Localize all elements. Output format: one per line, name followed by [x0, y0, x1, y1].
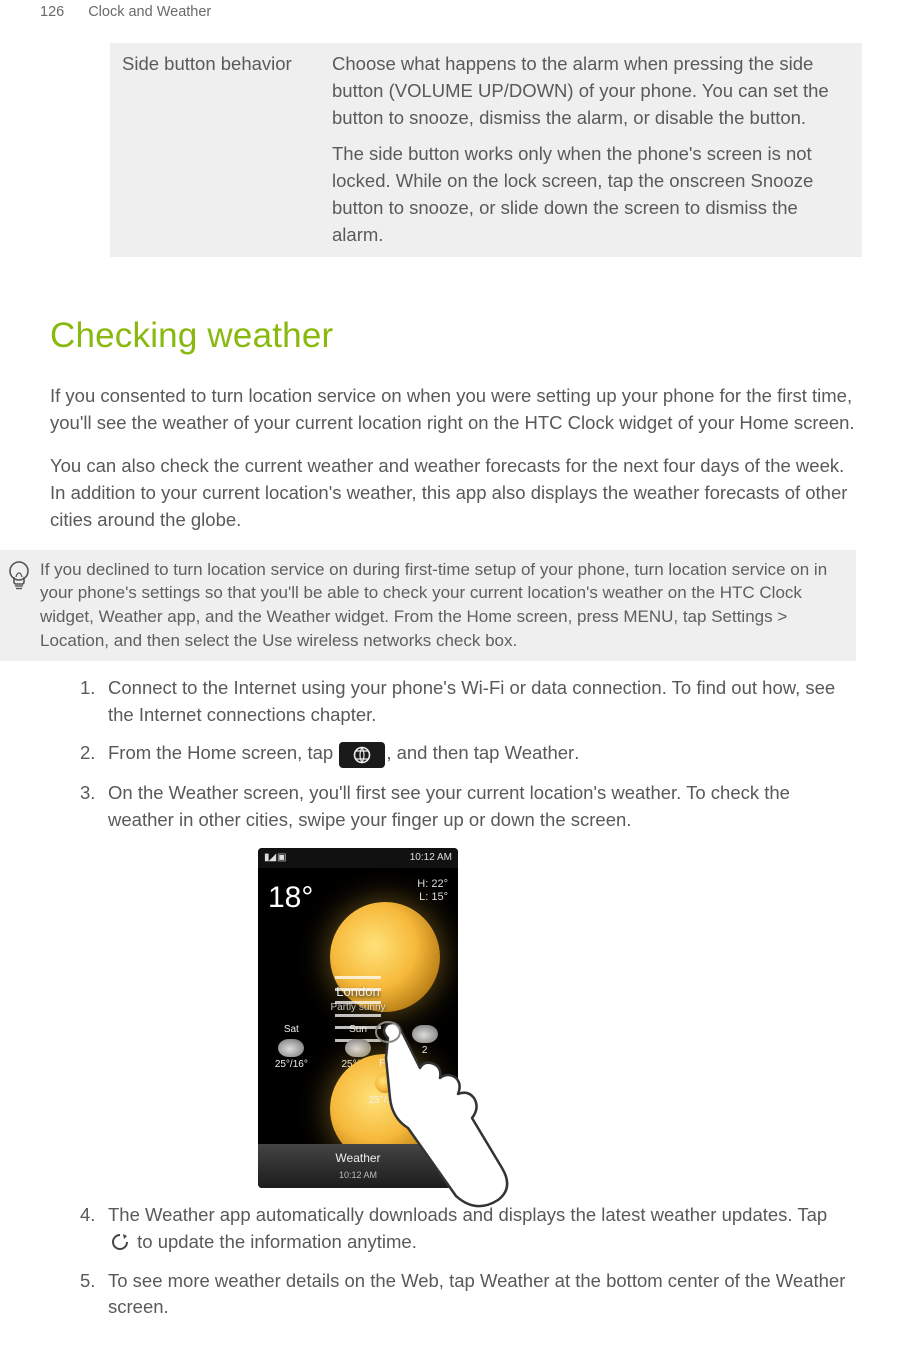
intro-para-2: You can also check the current weather a…	[50, 453, 856, 533]
statusbar: ▮◢ ▣ 10:12 AM	[258, 848, 458, 868]
phone-screen: ▮◢ ▣ 10:12 AM 18° H: 22° L: 15° London P…	[258, 848, 458, 1188]
step-num-4: 4.	[80, 1202, 95, 1229]
step-3: 3. On the Weather screen, you'll first s…	[80, 780, 856, 1188]
add-city-icon: +	[424, 1151, 454, 1181]
step-1: 1. Connect to the Internet using your ph…	[80, 675, 856, 729]
status-time: 10:12 AM	[410, 851, 452, 866]
steps-list: 1. Connect to the Internet using your ph…	[80, 675, 856, 1322]
tip-text: If you declined to turn location service…	[40, 558, 842, 653]
bottom-bar-sub: 10:12 AM	[339, 1169, 377, 1182]
bottom-bar: Weather 10:12 AM +	[258, 1144, 458, 1188]
step-num-2: 2.	[80, 740, 95, 767]
section-title: Clock and Weather	[88, 2, 211, 23]
side-button-description: Choose what happens to the alarm when pr…	[320, 43, 862, 257]
step-num-1: 1.	[80, 675, 95, 702]
page-number: 126	[40, 2, 64, 23]
step-2: 2. From the Home screen, tap , and then …	[80, 740, 856, 768]
weather-main: 18° H: 22° L: 15° London Partly sunny	[258, 868, 458, 1078]
side-button-p2: The side button works only when the phon…	[332, 141, 850, 248]
step-num-5: 5.	[80, 1268, 95, 1295]
step-num-3: 3.	[80, 780, 95, 807]
page-header: 126 Clock and Weather	[0, 0, 872, 43]
tip-block: If you declined to turn location service…	[0, 550, 856, 661]
intro-para-1: If you consented to turn location servic…	[50, 383, 856, 437]
heading-checking-weather: Checking weather	[50, 311, 872, 362]
step-4: 4. The Weather app automatically downloa…	[80, 1202, 856, 1256]
forecast-day-1: Sat 25°/16°	[258, 1020, 325, 1078]
step-5: 5. To see more weather details on the We…	[80, 1268, 856, 1322]
refresh-icon	[109, 1231, 131, 1253]
bottom-bar-label: Weather	[335, 1150, 380, 1167]
status-icons: ▮◢ ▣	[264, 851, 285, 866]
all-apps-icon	[339, 742, 385, 768]
side-button-p1: Choose what happens to the alarm when pr…	[332, 51, 850, 131]
forecast-row: Fri 23°/16° Sat 25°/16° Sun	[258, 1020, 458, 1078]
hi-lo: H: 22° L: 15°	[417, 878, 448, 904]
side-button-table: Side button behavior Choose what happens…	[110, 43, 862, 257]
side-button-label: Side button behavior	[110, 43, 320, 257]
lightbulb-icon	[6, 558, 40, 594]
big-temp: 18°	[268, 876, 313, 920]
weather-screenshot: ▮◢ ▣ 10:12 AM 18° H: 22° L: 15° London P…	[258, 848, 468, 1188]
